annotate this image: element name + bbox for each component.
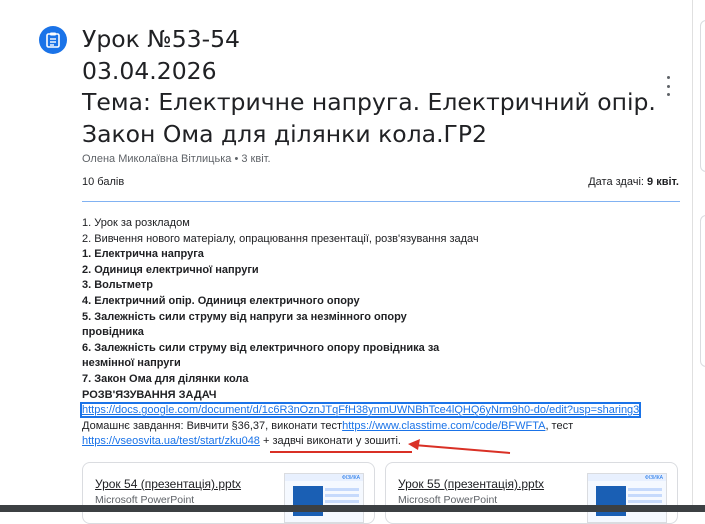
annotation-underline <box>270 451 412 453</box>
vseosvita-link[interactable]: https://vseosvita.ua/test/start/zku048 <box>82 435 260 447</box>
assignment-icon <box>39 26 67 54</box>
topic-item: 6. Залежність сили струму від електрично… <box>82 341 440 354</box>
posted-date: 3 квіт. <box>241 153 271 165</box>
due-value: 9 квіт. <box>647 176 679 188</box>
due-label: Дата здачі: <box>588 176 644 188</box>
assignment-instructions: 1. Урок за розкладом 2. Вивчення нового … <box>79 216 672 450</box>
topic-item: 4. Електричний опір. Одиниця електричног… <box>82 294 360 307</box>
homework-text: Домашнє завдання: Вивчити §36,37, викона… <box>82 419 343 432</box>
due-date: Дата здачі: 9 квіт. <box>588 176 679 188</box>
topic-item: 5. Залежність сили струму від напруги за… <box>82 310 407 323</box>
attachment-thumbnail: ФІЗИКА <box>284 473 364 523</box>
attachment-name[interactable]: Урок 55 (презентація).pptx <box>398 477 588 491</box>
attachment-thumbnail: ФІЗИКА <box>587 473 667 523</box>
title-line: Тема: Електричне напруга. Електричний оп… <box>82 88 656 116</box>
title-line: 03.04.2026 <box>82 56 217 85</box>
homework-text: , тест <box>545 419 574 432</box>
side-panel <box>700 215 705 367</box>
annotation-arrow-icon <box>408 439 511 454</box>
plan-item: 2. Вивчення нового матеріалу, опрацюванн… <box>82 232 479 245</box>
topic-item: 2. Одиниця електричної напруги <box>82 263 259 276</box>
attachment-card[interactable]: Урок 54 (презентація).pptx Microsoft Pow… <box>82 462 375 524</box>
divider <box>82 201 680 202</box>
topic-item: 3. Вольтметр <box>82 279 154 292</box>
topic-item: незмінної напруги <box>82 357 181 370</box>
topic-item: провідника <box>82 326 144 339</box>
points: 10 балів <box>82 176 125 188</box>
taskbar-edge <box>0 505 705 512</box>
section-heading: РОЗВ'ЯЗУВАННЯ ЗАДАЧ <box>82 388 217 401</box>
more-vert-icon[interactable] <box>662 76 674 96</box>
thumb-brand: ФІЗИКА <box>644 475 663 481</box>
plan-item: 1. Урок за розкладом <box>82 217 190 229</box>
google-doc-link[interactable]: https://docs.google.com/document/d/1c6R3… <box>79 402 642 419</box>
assignment-meta: Олена Миколаївна Вітлицька • 3 квіт. <box>82 153 271 165</box>
attachment-name[interactable]: Урок 54 (презентація).pptx <box>95 477 285 491</box>
title-line: Урок №53-54 <box>82 25 241 53</box>
thumb-brand: ФІЗИКА <box>341 475 360 481</box>
title-line: Закон Ома для ділянки кола.ГР2 <box>82 119 487 148</box>
side-panel <box>700 20 705 172</box>
homework-text: + задвчі виконати у зошиті. <box>259 435 401 448</box>
topic-item: 7. Закон Ома для ділянки кола <box>82 372 249 385</box>
attachment-card[interactable]: Урок 55 (презентація).pptx Microsoft Pow… <box>385 462 678 524</box>
topic-item: 1. Електрична напруга <box>82 248 204 261</box>
author-name: Олена Миколаївна Вітлицька <box>82 153 232 165</box>
assignment-title: Урок №53-54 03.04.2026 Тема: Електричне … <box>82 24 672 150</box>
classtime-link[interactable]: https://www.classtime.com/code/BFWFTA <box>342 420 545 432</box>
